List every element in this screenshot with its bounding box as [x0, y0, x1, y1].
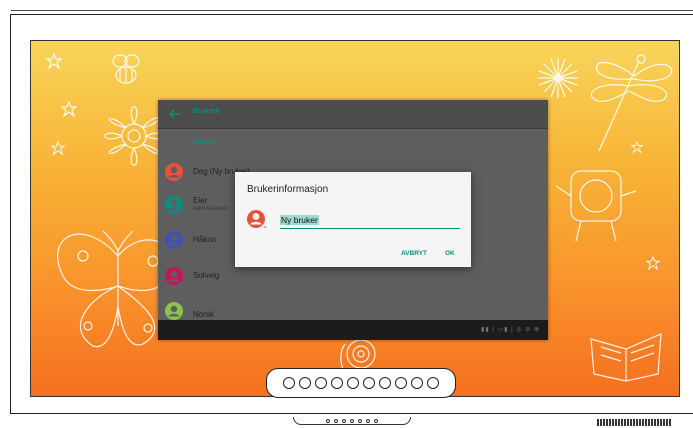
dock-button[interactable] [299, 377, 311, 389]
nav-bar-icons[interactable]: ▮▮ | ▭▮ | ◎ ⊖ ⊗ [481, 326, 540, 333]
user-name: Norsk [193, 310, 214, 319]
app-bar: Brukere [158, 100, 548, 129]
section-header: Brukere [193, 140, 216, 146]
hardware-button[interactable] [358, 418, 362, 423]
app-bar-title: Brukere [193, 108, 220, 115]
dock-button[interactable] [363, 377, 375, 389]
dragonfly-doodle [591, 54, 673, 152]
user-name: Eier [193, 196, 208, 205]
user-role: Administrator [193, 206, 229, 212]
astronaut-doodle [555, 170, 637, 242]
cancel-button[interactable]: AVBRYT [401, 250, 427, 257]
dock-button[interactable] [347, 377, 359, 389]
dock-button[interactable] [395, 377, 407, 389]
user-name: Håkon [193, 235, 217, 244]
dock-button[interactable] [379, 377, 391, 389]
dialog-title: Brukerinformasjon [247, 184, 329, 195]
hardware-button[interactable] [334, 418, 338, 423]
dock-button[interactable] [283, 377, 295, 389]
user-info-dialog: Brukerinformasjon Ny bruker AVBRYT OK [235, 172, 471, 267]
hardware-button[interactable] [342, 418, 346, 423]
user-avatar-icon [165, 267, 183, 285]
android-settings-window: Brukere Brukere Deg (Ny bruker) Eier Adm… [158, 100, 548, 340]
screen-wallpaper: Brukere Brukere Deg (Ny bruker) Eier Adm… [30, 40, 680, 397]
hardware-button[interactable] [350, 418, 354, 423]
dock-button[interactable] [331, 377, 343, 389]
dock-toolbar [266, 368, 456, 398]
bee-doodle [112, 54, 140, 84]
dock-button[interactable] [315, 377, 327, 389]
dock-button[interactable] [427, 377, 439, 389]
hardware-button[interactable] [366, 418, 370, 423]
star-doodle-5 [631, 141, 643, 153]
user-avatar-icon [165, 163, 183, 181]
arrow-back-icon[interactable] [168, 107, 182, 121]
hardware-button[interactable] [374, 418, 378, 423]
user-name-input-value[interactable]: Ny bruker [280, 215, 319, 225]
star-doodle-1 [46, 53, 62, 69]
dandelion-doodle [538, 58, 578, 98]
user-avatar-icon [165, 231, 183, 249]
user-name: Solveig [193, 271, 220, 280]
ok-button[interactable]: OK [445, 250, 455, 257]
star-doodle-3 [51, 141, 65, 155]
hardware-button[interactable] [326, 418, 330, 423]
user-avatar-icon [165, 196, 183, 214]
star-doodle-4 [646, 256, 660, 270]
user-avatar-icon[interactable] [246, 209, 266, 229]
speaker-grille [597, 419, 672, 426]
dock-button[interactable] [411, 377, 423, 389]
user-avatar-icon [165, 302, 183, 320]
book-doodle [590, 333, 662, 382]
hardware-buttons [293, 417, 411, 425]
star-doodle-2 [61, 101, 77, 117]
system-nav-bar: ▮▮ | ▭▮ | ◎ ⊖ ⊗ [158, 320, 548, 340]
